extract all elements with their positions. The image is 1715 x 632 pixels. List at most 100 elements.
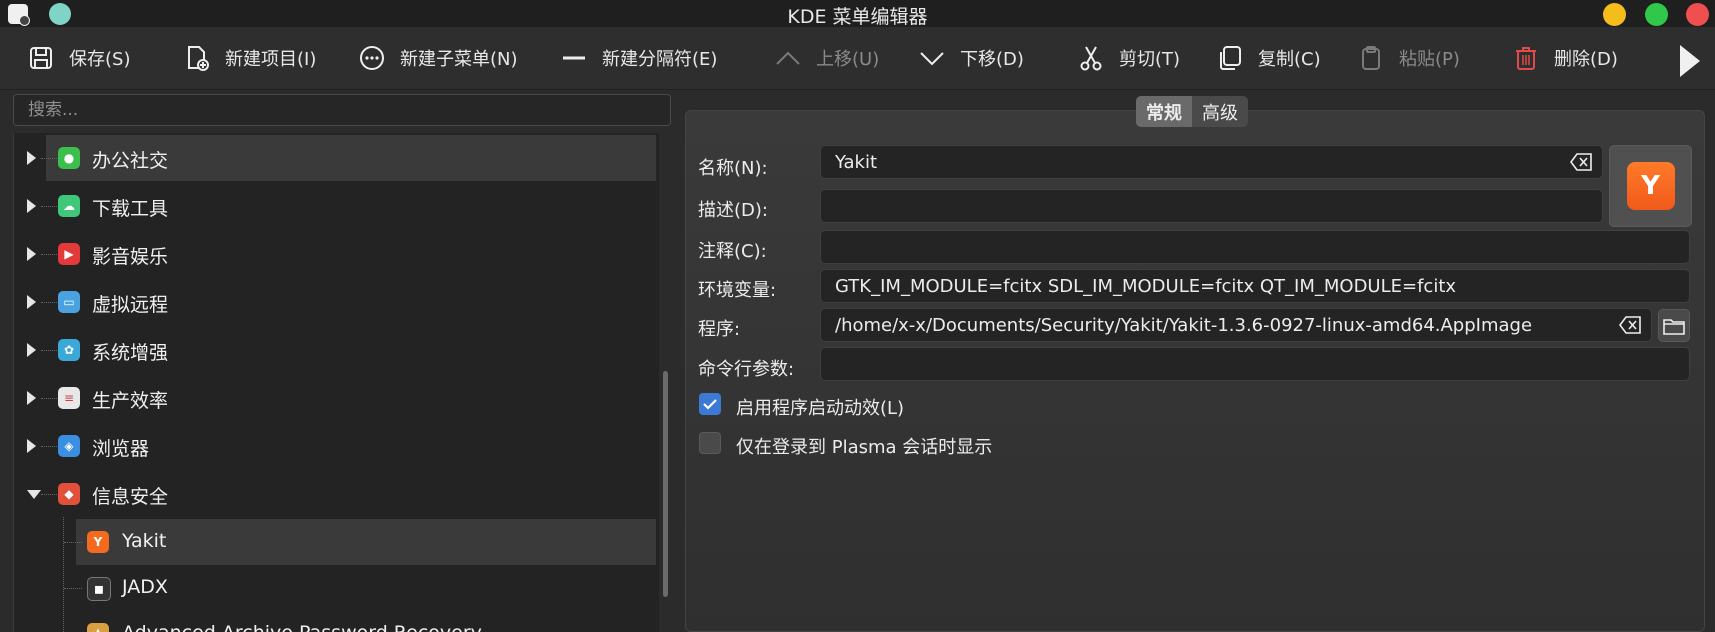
app-icon-button[interactable]: Y <box>1609 145 1692 227</box>
archive-recovery-icon: ♟ <box>87 623 109 632</box>
tree-item-media[interactable]: ▶ 影音娱乐 <box>14 231 659 277</box>
name-value: Yakit <box>835 151 878 173</box>
launch-feedback-label[interactable]: 启用程序启动动效(L) <box>736 394 904 420</box>
folder-icon <box>1663 318 1685 335</box>
expand-arrow-icon[interactable] <box>27 295 36 309</box>
menu-tree: ● 办公社交 ☁ 下载工具 ▶ 影音娱乐 ▭ 虚拟远程 ✿ 系统增强 ≡ 生产效… <box>13 133 659 632</box>
clear-text-icon[interactable] <box>1619 316 1641 334</box>
expand-arrow-icon[interactable] <box>27 151 36 165</box>
clear-text-icon[interactable] <box>1570 153 1592 171</box>
description-field[interactable] <box>820 189 1603 223</box>
chevron-up-icon <box>774 44 802 72</box>
tree-item-archive-recovery[interactable]: ♟ Advanced Archive Password Recovery <box>14 611 659 632</box>
notes-icon: ≡ <box>58 387 80 409</box>
name-field[interactable]: Yakit <box>820 145 1603 179</box>
tree-item-jadx[interactable]: ◼ JADX <box>14 565 659 611</box>
separator-line-icon <box>560 44 588 72</box>
scrollbar-thumb[interactable] <box>663 371 668 597</box>
new-document-icon <box>183 44 211 72</box>
browser-icon: ◈ <box>58 435 80 457</box>
save-icon <box>27 44 55 72</box>
tree-item-label: Yakit <box>122 530 167 552</box>
paste-button[interactable]: 粘贴(P) <box>1357 41 1460 75</box>
trash-icon <box>1512 44 1540 72</box>
tree-item-label: 生产效率 <box>92 390 169 412</box>
new-separator-button[interactable]: 新建分隔符(E) <box>560 41 717 75</box>
tree-item-office-social[interactable]: ● 办公社交 <box>14 135 659 181</box>
chevron-down-icon <box>918 44 946 72</box>
tree-item-label: 信息安全 <box>92 486 169 508</box>
tab-general[interactable]: 常规 <box>1136 96 1192 127</box>
jadx-icon: ◼ <box>87 577 111 601</box>
args-label: 命令行参数: <box>698 359 795 380</box>
tree-item-yakit[interactable]: Y Yakit <box>14 519 659 565</box>
tree-item-security[interactable]: ◆ 信息安全 <box>14 471 659 517</box>
wechat-icon: ● <box>58 147 80 169</box>
close-button[interactable] <box>1686 3 1709 26</box>
expand-arrow-icon[interactable] <box>27 199 36 213</box>
delete-button[interactable]: 删除(D) <box>1512 41 1618 75</box>
tree-item-label: Advanced Archive Password Recovery <box>122 622 482 632</box>
collapse-arrow-icon[interactable] <box>27 490 41 499</box>
tree-connector <box>41 302 57 303</box>
plasma-only-label[interactable]: 仅在登录到 Plasma 会话时显示 <box>736 433 992 459</box>
copy-button[interactable]: 复制(C) <box>1216 41 1321 75</box>
tab-bar: 常规 高级 <box>1136 96 1248 127</box>
tree-item-browser[interactable]: ◈ 浏览器 <box>14 423 659 469</box>
tree-connector <box>41 350 57 351</box>
tree-item-label: 下载工具 <box>92 198 169 220</box>
tree-connector <box>41 446 57 447</box>
toolbar: 保存(S) 新建项目(I) 新建子菜单(N) 新建分隔符(E) 上移(U) 下移… <box>0 27 1715 90</box>
new-submenu-button[interactable]: 新建子菜单(N) <box>358 41 518 75</box>
title-bar: KDE 菜单编辑器 <box>0 0 1715 28</box>
env-field[interactable]: GTK_IM_MODULE=fcitx SDL_IM_MODULE=fcitx … <box>820 269 1690 303</box>
window-title: KDE 菜单编辑器 <box>787 6 928 28</box>
copy-icon <box>1216 44 1244 72</box>
scissors-icon <box>1077 44 1105 72</box>
program-value: /home/x-x/Documents/Security/Yakit/Yakit… <box>835 314 1533 336</box>
save-button[interactable]: 保存(S) <box>27 41 130 75</box>
media-play-icon: ▶ <box>58 243 80 265</box>
args-field[interactable] <box>820 347 1690 381</box>
maximize-button[interactable] <box>1645 3 1668 26</box>
plasma-only-checkbox[interactable] <box>699 432 721 454</box>
comment-field[interactable] <box>820 230 1690 264</box>
expand-arrow-icon[interactable] <box>27 247 36 261</box>
tree-item-virtual-remote[interactable]: ▭ 虚拟远程 <box>14 279 659 325</box>
minimize-button[interactable] <box>1603 3 1626 26</box>
more-circle-icon <box>358 44 386 72</box>
search-box <box>13 94 671 126</box>
tree-item-label: 系统增强 <box>92 342 169 364</box>
expand-arrow-icon[interactable] <box>27 343 36 357</box>
program-label: 程序: <box>698 319 741 340</box>
tree-item-label: 虚拟远程 <box>92 294 169 316</box>
browse-button[interactable] <box>1658 309 1690 342</box>
tab-advanced[interactable]: 高级 <box>1192 96 1248 127</box>
tree-connector <box>41 158 57 159</box>
clipboard-icon <box>1357 44 1385 72</box>
name-label: 名称(N): <box>698 158 768 179</box>
tree-connector <box>64 542 82 543</box>
launch-feedback-checkbox[interactable] <box>699 393 721 415</box>
tree-item-label: 影音娱乐 <box>92 246 169 268</box>
new-item-button[interactable]: 新建项目(I) <box>183 41 316 75</box>
expand-arrow-icon[interactable] <box>27 439 36 453</box>
tree-item-productivity[interactable]: ≡ 生产效率 <box>14 375 659 421</box>
env-label: 环境变量: <box>698 280 777 301</box>
expand-arrow-icon[interactable] <box>27 391 36 405</box>
checkmark-icon <box>703 399 717 410</box>
tree-scrollbar[interactable] <box>660 133 671 632</box>
tree-item-label: 浏览器 <box>92 438 150 460</box>
tree-connector <box>64 588 82 589</box>
tree-item-download-tools[interactable]: ☁ 下载工具 <box>14 183 659 229</box>
cut-button[interactable]: 剪切(T) <box>1077 41 1180 75</box>
tree-connector <box>41 494 57 495</box>
move-up-button[interactable]: 上移(U) <box>774 41 879 75</box>
tree-item-system-enhance[interactable]: ✿ 系统增强 <box>14 327 659 373</box>
program-field[interactable]: /home/x-x/Documents/Security/Yakit/Yakit… <box>820 308 1652 342</box>
search-input[interactable] <box>14 95 670 125</box>
move-down-button[interactable]: 下移(D) <box>918 41 1024 75</box>
more-actions-icon[interactable] <box>1680 45 1700 77</box>
tree-connector <box>41 398 57 399</box>
yakit-large-icon: Y <box>1626 162 1675 210</box>
